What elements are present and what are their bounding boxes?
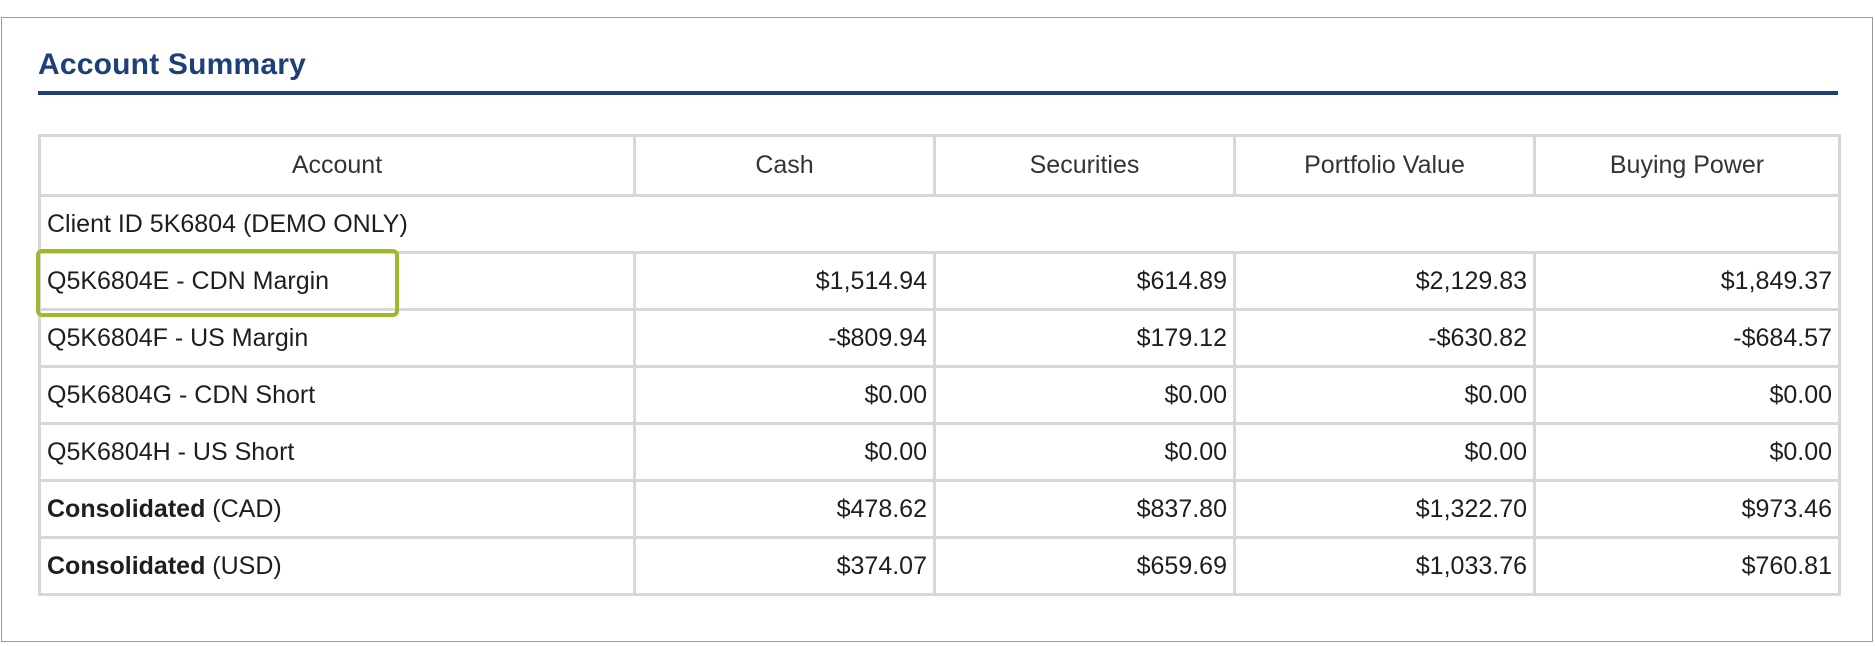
securities-value: $0.00 [933, 365, 1236, 425]
portfolio-value: $0.00 [1233, 365, 1536, 425]
client-id-label: Client ID 5K6804 (DEMO ONLY) [38, 194, 1841, 254]
buying-power-value: $0.00 [1533, 365, 1841, 425]
consolidated-label: Consolidated (USD) [38, 536, 636, 596]
account-summary-table: Account Cash Securities Portfolio Value … [38, 134, 1841, 596]
header-row: Account Cash Securities Portfolio Value … [38, 134, 1841, 197]
buying-power-value: -$684.57 [1533, 308, 1841, 368]
portfolio-value: $0.00 [1233, 422, 1536, 482]
buying-power-value: $1,849.37 [1533, 251, 1841, 311]
consolidated-label-bold: Consolidated [47, 551, 206, 580]
column-header-securities[interactable]: Securities [933, 134, 1236, 197]
panel-title: Account Summary [38, 48, 307, 81]
table-row[interactable]: Q5K6804H - US Short $0.00 $0.00 $0.00 $0… [38, 422, 1841, 482]
buying-power-value: $973.46 [1533, 479, 1841, 539]
table-row[interactable]: Q5K6804F - US Margin -$809.94 $179.12 -$… [38, 308, 1841, 368]
securities-value: $614.89 [933, 251, 1236, 311]
portfolio-value: $2,129.83 [1233, 251, 1536, 311]
portfolio-value: -$630.82 [1233, 308, 1536, 368]
table-row[interactable]: Q5K6804E - CDN Margin $1,514.94 $614.89 … [38, 251, 1841, 311]
buying-power-value: $0.00 [1533, 422, 1841, 482]
title-divider [38, 91, 1838, 95]
securities-value: $659.69 [933, 536, 1236, 596]
account-name[interactable]: Q5K6804E - CDN Margin [38, 251, 636, 311]
portfolio-value: $1,322.70 [1233, 479, 1536, 539]
column-header-account[interactable]: Account [38, 134, 636, 197]
table-row[interactable]: Q5K6804G - CDN Short $0.00 $0.00 $0.00 $… [38, 365, 1841, 425]
portfolio-value: $1,033.76 [1233, 536, 1536, 596]
column-header-cash[interactable]: Cash [633, 134, 936, 197]
client-id-row: Client ID 5K6804 (DEMO ONLY) [38, 194, 1841, 254]
consolidated-currency: (USD) [205, 551, 282, 580]
column-header-portfolio-value[interactable]: Portfolio Value [1233, 134, 1536, 197]
cash-value: $1,514.94 [633, 251, 936, 311]
consolidated-currency: (CAD) [205, 494, 282, 523]
consolidated-row: Consolidated (CAD) $478.62 $837.80 $1,32… [38, 479, 1841, 539]
cash-value: $0.00 [633, 365, 936, 425]
account-name[interactable]: Q5K6804F - US Margin [38, 308, 636, 368]
cash-value: -$809.94 [633, 308, 936, 368]
consolidated-label-bold: Consolidated [47, 494, 206, 523]
securities-value: $0.00 [933, 422, 1236, 482]
cash-value: $0.00 [633, 422, 936, 482]
cash-value: $374.07 [633, 536, 936, 596]
consolidated-row: Consolidated (USD) $374.07 $659.69 $1,03… [38, 536, 1841, 596]
column-header-buying-power[interactable]: Buying Power [1533, 134, 1841, 197]
account-name[interactable]: Q5K6804H - US Short [38, 422, 636, 482]
securities-value: $837.80 [933, 479, 1236, 539]
consolidated-label: Consolidated (CAD) [38, 479, 636, 539]
cash-value: $478.62 [633, 479, 936, 539]
buying-power-value: $760.81 [1533, 536, 1841, 596]
securities-value: $179.12 [933, 308, 1236, 368]
account-name[interactable]: Q5K6804G - CDN Short [38, 365, 636, 425]
